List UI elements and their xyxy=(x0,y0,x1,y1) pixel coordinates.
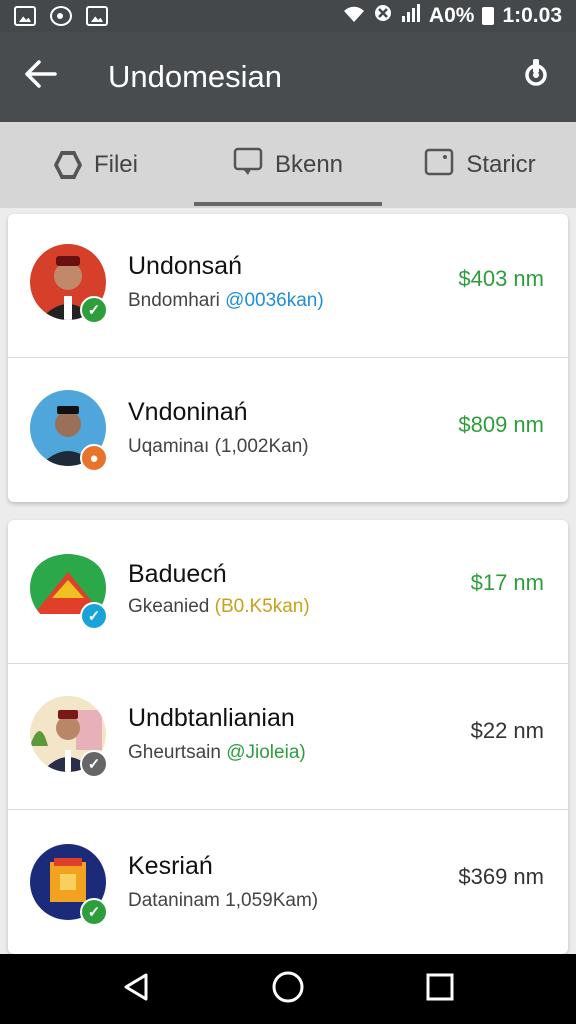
app-bar: Undomesian xyxy=(0,32,576,122)
contact-subtitle: Gheurtsain @Jioleia) xyxy=(128,742,306,763)
nav-recents-button[interactable] xyxy=(420,969,460,1009)
contact-amount: $403 nm xyxy=(458,266,544,291)
photo-notification-icon xyxy=(86,6,108,26)
nav-home-button[interactable] xyxy=(268,969,308,1009)
tab-bar: Filei Bkenn Staricr xyxy=(0,122,576,208)
nav-back-button[interactable] xyxy=(116,969,156,1009)
nav-recents-icon xyxy=(425,972,455,1007)
nav-home-icon xyxy=(271,970,305,1009)
page-title: Undomesian xyxy=(108,59,283,94)
contact-subtitle: Uqaminaı (1,002Kan) xyxy=(128,436,309,457)
signal-icon xyxy=(401,3,421,29)
contact-subtitle: Dataninam 1,059Kam) xyxy=(128,890,319,911)
contact-amount: $22 nm xyxy=(470,718,544,743)
settings-button[interactable] xyxy=(496,32,576,122)
system-nav-bar xyxy=(0,954,576,1024)
status-bar: A0% 1:0.03 xyxy=(0,0,576,32)
wifi-icon xyxy=(343,5,365,28)
hexagon-icon xyxy=(53,151,82,179)
arrow-back-icon xyxy=(23,56,57,99)
list-item[interactable]: ● Vndoninań Uqaminaı (1,002Kan) $809 nm xyxy=(8,358,568,502)
contact-name: Kesriań xyxy=(128,852,213,880)
alarm-icon xyxy=(373,3,393,29)
verified-check-icon: ✓ xyxy=(80,296,108,324)
tab-label: Staricr xyxy=(466,151,536,178)
chat-icon xyxy=(233,147,263,184)
tab-label: Filei xyxy=(93,151,138,178)
verified-check-icon: ✓ xyxy=(80,898,108,926)
settings-icon xyxy=(520,57,552,97)
contact-name: Baduecń xyxy=(128,560,227,588)
verified-check-icon: ✓ xyxy=(80,750,108,778)
battery-icon xyxy=(482,7,495,25)
contact-subtitle: Gkeanied (B0.K5kan) xyxy=(128,596,310,617)
contact-amount: $17 nm xyxy=(470,570,544,595)
battery-percent: A0% xyxy=(428,4,475,27)
tab-label: Bkenn xyxy=(274,151,344,178)
record-notification-icon xyxy=(50,6,72,26)
contact-name: Undbtanlianian xyxy=(128,704,295,732)
status-dot-icon: ● xyxy=(80,444,108,472)
tab-filei[interactable]: Filei xyxy=(0,122,192,208)
contact-subtitle: Bndomhari @0036kan) xyxy=(128,290,324,311)
tab-staricr[interactable]: Staricr xyxy=(384,122,576,208)
box-icon xyxy=(424,147,454,184)
contact-amount: $369 nm xyxy=(458,864,544,889)
contact-amount: $809 nm xyxy=(458,412,544,437)
verified-check-icon: ✓ xyxy=(80,602,108,630)
clock: 1:0.03 xyxy=(502,4,562,27)
list-item[interactable]: ✓ Kesriań Dataninam 1,059Kam) $369 nm xyxy=(8,812,568,954)
contact-card-group: ✓ Baduecń Gkeanied (B0.K5kan) $17 nm ✓ U… xyxy=(8,520,568,954)
gallery-notification-icon xyxy=(14,6,36,26)
back-button[interactable] xyxy=(0,32,80,122)
contact-name: Undonsań xyxy=(128,252,242,280)
list-item[interactable]: ✓ Undbtanlianian Gheurtsain @Jioleia) $2… xyxy=(8,666,568,810)
list-item[interactable]: ✓ Undonsań Bndomhari @0036kan) $403 nm xyxy=(8,214,568,358)
nav-back-icon xyxy=(120,971,152,1008)
contact-card-group: ✓ Undonsań Bndomhari @0036kan) $403 nm ●… xyxy=(8,214,568,502)
list-item[interactable]: ✓ Baduecń Gkeanied (B0.K5kan) $17 nm xyxy=(8,520,568,664)
contact-name: Vndoninań xyxy=(128,398,248,426)
tab-bkenn[interactable]: Bkenn xyxy=(192,122,384,208)
